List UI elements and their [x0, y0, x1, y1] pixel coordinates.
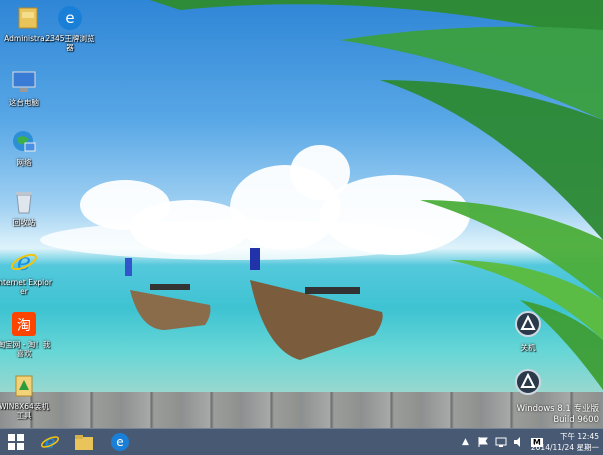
browser-2345-icon: e	[56, 4, 84, 32]
browser-2345-icon: e	[111, 433, 129, 451]
longtail-boats-decoration	[125, 248, 383, 360]
gadget-label: 关机	[520, 343, 536, 352]
network-status-icon[interactable]	[495, 436, 507, 448]
desktop-icon-label: Internet Explorer	[0, 278, 52, 296]
desktop-icon-label: 回收站	[12, 218, 36, 227]
network-globe-icon	[10, 128, 38, 156]
os-edition-watermark: Windows 8.1 专业版	[516, 404, 599, 414]
desktop-icon-label: WIN8X64装机工具	[0, 402, 49, 420]
shutdown-gadget[interactable]: 关机	[510, 310, 546, 353]
desktop-icon-network[interactable]: 网络	[0, 128, 52, 167]
folder-icon	[75, 435, 93, 450]
desktop-icon-taobao[interactable]: 淘 淘宝网 - 淘！我喜欢	[0, 310, 52, 358]
windows-logo-icon	[8, 434, 24, 450]
installer-tool-icon	[10, 372, 38, 400]
svg-text:e: e	[17, 248, 31, 276]
desktop-wallpaper[interactable]: Administra... e 2345王牌浏览器 这台电脑 网络 回收站 e …	[0, 0, 603, 428]
start-button[interactable]	[4, 431, 28, 453]
desktop-icon-win8x64-tool[interactable]: WIN8X64装机工具	[0, 372, 52, 420]
desktop-icon-label: 淘宝网 - 淘！我喜欢	[0, 340, 51, 358]
desktop-icon-this-pc[interactable]: 这台电脑	[0, 68, 52, 107]
taskbar-internet-explorer[interactable]: e	[38, 431, 62, 453]
desktop-icon-internet-explorer[interactable]: e Internet Explorer	[0, 248, 52, 296]
os-build-watermark: Build 9600	[553, 415, 599, 425]
desktop-icon-label: 网络	[16, 158, 32, 167]
svg-text:e: e	[65, 9, 74, 27]
action-center-flag-icon[interactable]	[477, 436, 489, 448]
secondary-gadget-icon	[515, 369, 541, 395]
shutdown-gadget-icon	[515, 311, 541, 337]
recycle-bin-icon	[10, 188, 38, 216]
secondary-gadget[interactable]	[510, 368, 546, 400]
svg-text:淘: 淘	[17, 318, 31, 334]
clock-date: 2014/11/24 星期一	[530, 443, 599, 452]
computer-icon	[10, 68, 38, 96]
desktop-icon-label: 2345王牌浏览器	[45, 34, 95, 52]
svg-text:e: e	[116, 435, 123, 449]
taskbar-clock[interactable]: 下午 12:45 2014/11/24 星期一	[531, 431, 599, 453]
show-hidden-icons-chevron-icon[interactable]: ▲	[462, 437, 469, 447]
taskbar: e e ▲ M 下午 12:45 2014/11/24 星期一	[0, 428, 603, 455]
desktop-icon-2345-browser[interactable]: e 2345王牌浏览器	[42, 4, 98, 52]
taskbar-file-explorer[interactable]	[72, 431, 96, 453]
clock-time: 下午 12:45	[560, 432, 599, 441]
taobao-icon: 淘	[10, 310, 38, 338]
desktop-icon-label: 这台电脑	[9, 98, 39, 107]
internet-explorer-icon: e	[10, 248, 38, 276]
taskbar-2345-browser[interactable]: e	[108, 431, 132, 453]
internet-explorer-icon: e	[40, 432, 60, 452]
svg-text:e: e	[45, 432, 56, 452]
folder-icon	[14, 4, 42, 32]
volume-icon[interactable]	[513, 436, 525, 448]
desktop-icon-recycle-bin[interactable]: 回收站	[0, 188, 52, 227]
